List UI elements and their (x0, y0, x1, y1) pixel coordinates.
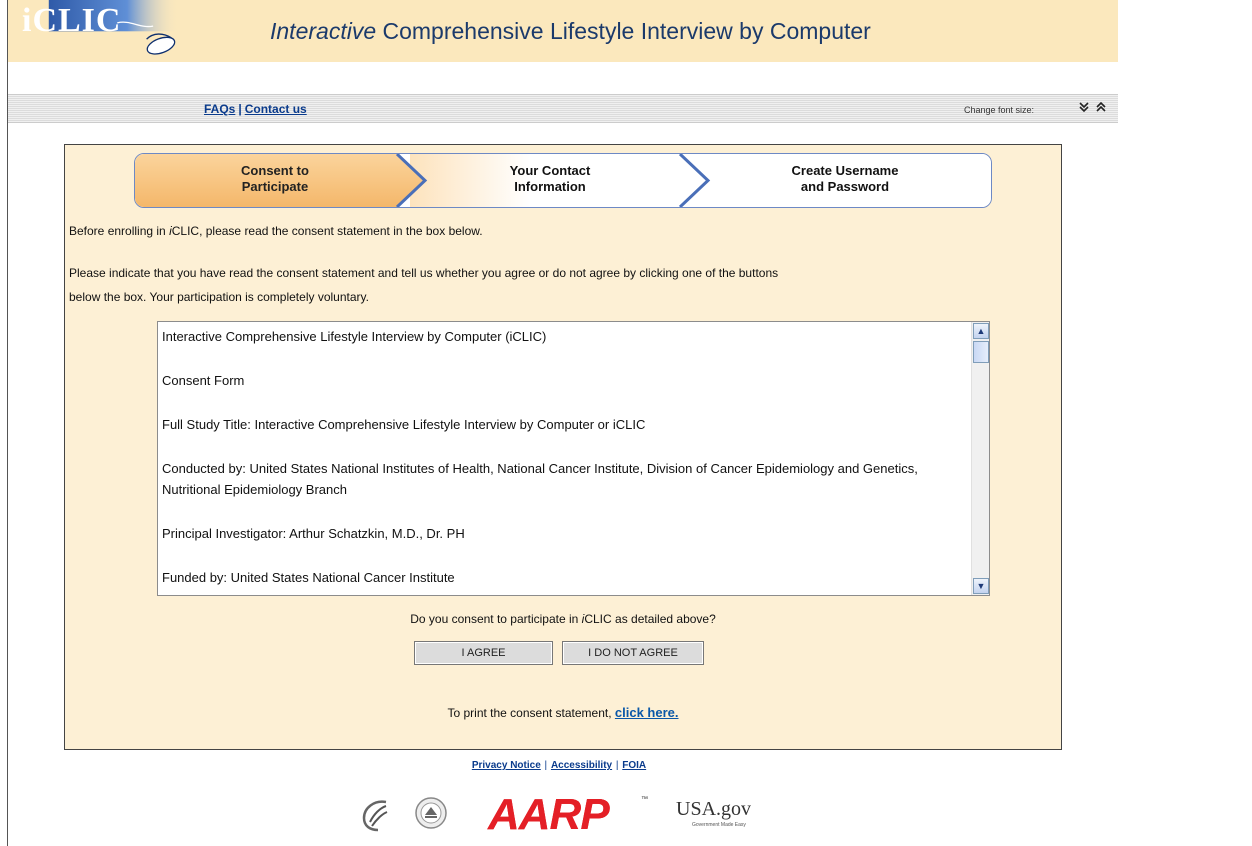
consent-paragraph: Interactive Comprehensive Lifestyle Inte… (162, 329, 547, 344)
intro-line-1: Before enrolling in iCLIC, please read t… (69, 224, 483, 238)
scroll-thumb[interactable] (973, 341, 989, 363)
agree-button[interactable]: I AGREE (414, 641, 553, 665)
consent-paragraph: Principal Investigator: Arthur Schatzkin… (162, 526, 465, 541)
consent-paragraph: Conducted by: United States National Ins… (162, 461, 918, 497)
step-consent: Consent to Participate (241, 163, 309, 194)
consent-scrollbar[interactable]: ▲ ▼ (971, 322, 989, 595)
nav-separator: | (238, 102, 242, 116)
nav-links: FAQs | Contact us (204, 102, 307, 116)
aarp-trademark: ™ (641, 796, 648, 803)
increase-font-icon[interactable] (1095, 101, 1107, 116)
aarp-logo[interactable]: AARP (488, 790, 610, 840)
intro-line-3: below the box. Your participation is com… (69, 290, 369, 304)
consent-paragraph: Funded by: United States National Cancer… (162, 570, 455, 585)
step-create-username: Create Username and Password (791, 163, 899, 194)
scroll-up-icon[interactable]: ▲ (973, 323, 989, 339)
print-text: To print the consent statement, (447, 706, 615, 720)
privacy-notice-link[interactable]: Privacy Notice (472, 760, 541, 771)
disagree-button[interactable]: I DO NOT AGREE (562, 641, 704, 665)
left-border (7, 0, 8, 846)
consent-question: Do you consent to participate in iCLIC a… (410, 612, 716, 626)
site-title-rest: Comprehensive Lifestyle Interview by Com… (376, 18, 871, 44)
step-contact-info: Your Contact Information (509, 163, 591, 194)
faqs-link[interactable]: FAQs (204, 102, 235, 116)
foia-link[interactable]: FOIA (622, 760, 646, 771)
consent-text: Interactive Comprehensive Lifestyle Inte… (162, 326, 962, 595)
print-click-here-link[interactable]: click here. (615, 705, 679, 720)
nih-seal-icon[interactable] (414, 796, 448, 830)
footer-separator: | (544, 760, 548, 771)
footer-separator: | (615, 760, 619, 771)
consent-textbox[interactable]: Interactive Comprehensive Lifestyle Inte… (157, 321, 990, 596)
usa-gov-logo[interactable]: USA.gov (676, 798, 751, 821)
progress-steps: Consent to Participate Your Contact Inform… (134, 153, 992, 208)
footer-logos: AARP ™ USA.gov Government Made Easy (0, 790, 1118, 840)
nav-bar: FAQs | Contact us Change font size: (8, 94, 1118, 123)
contact-us-link[interactable]: Contact us (245, 102, 307, 116)
site-title: Interactive Comprehensive Lifestyle Inte… (270, 18, 871, 45)
hhs-logo-icon[interactable] (356, 796, 392, 832)
footer-links: Privacy Notice | Accessibility | FOIA (0, 760, 1118, 771)
accessibility-link[interactable]: Accessibility (551, 760, 612, 771)
consent-panel: Consent to Participate Your Contact Inform… (64, 144, 1062, 750)
usa-gov-tagline: Government Made Easy (692, 822, 746, 828)
decrease-font-icon[interactable] (1078, 101, 1090, 116)
logo-text: iCLIC (22, 2, 122, 39)
consent-paragraph: Consent Form (162, 373, 245, 388)
intro-line-2: Please indicate that you have read the c… (69, 266, 779, 280)
iclic-logo[interactable]: iCLIC (14, 0, 214, 92)
font-size-label: Change font size: (964, 105, 1035, 115)
site-title-italic: Interactive (270, 18, 377, 44)
scroll-down-icon[interactable]: ▼ (973, 578, 989, 594)
consent-paragraph: Full Study Title: Interactive Comprehens… (162, 417, 646, 432)
print-consent-line: To print the consent statement, click he… (65, 705, 1061, 720)
